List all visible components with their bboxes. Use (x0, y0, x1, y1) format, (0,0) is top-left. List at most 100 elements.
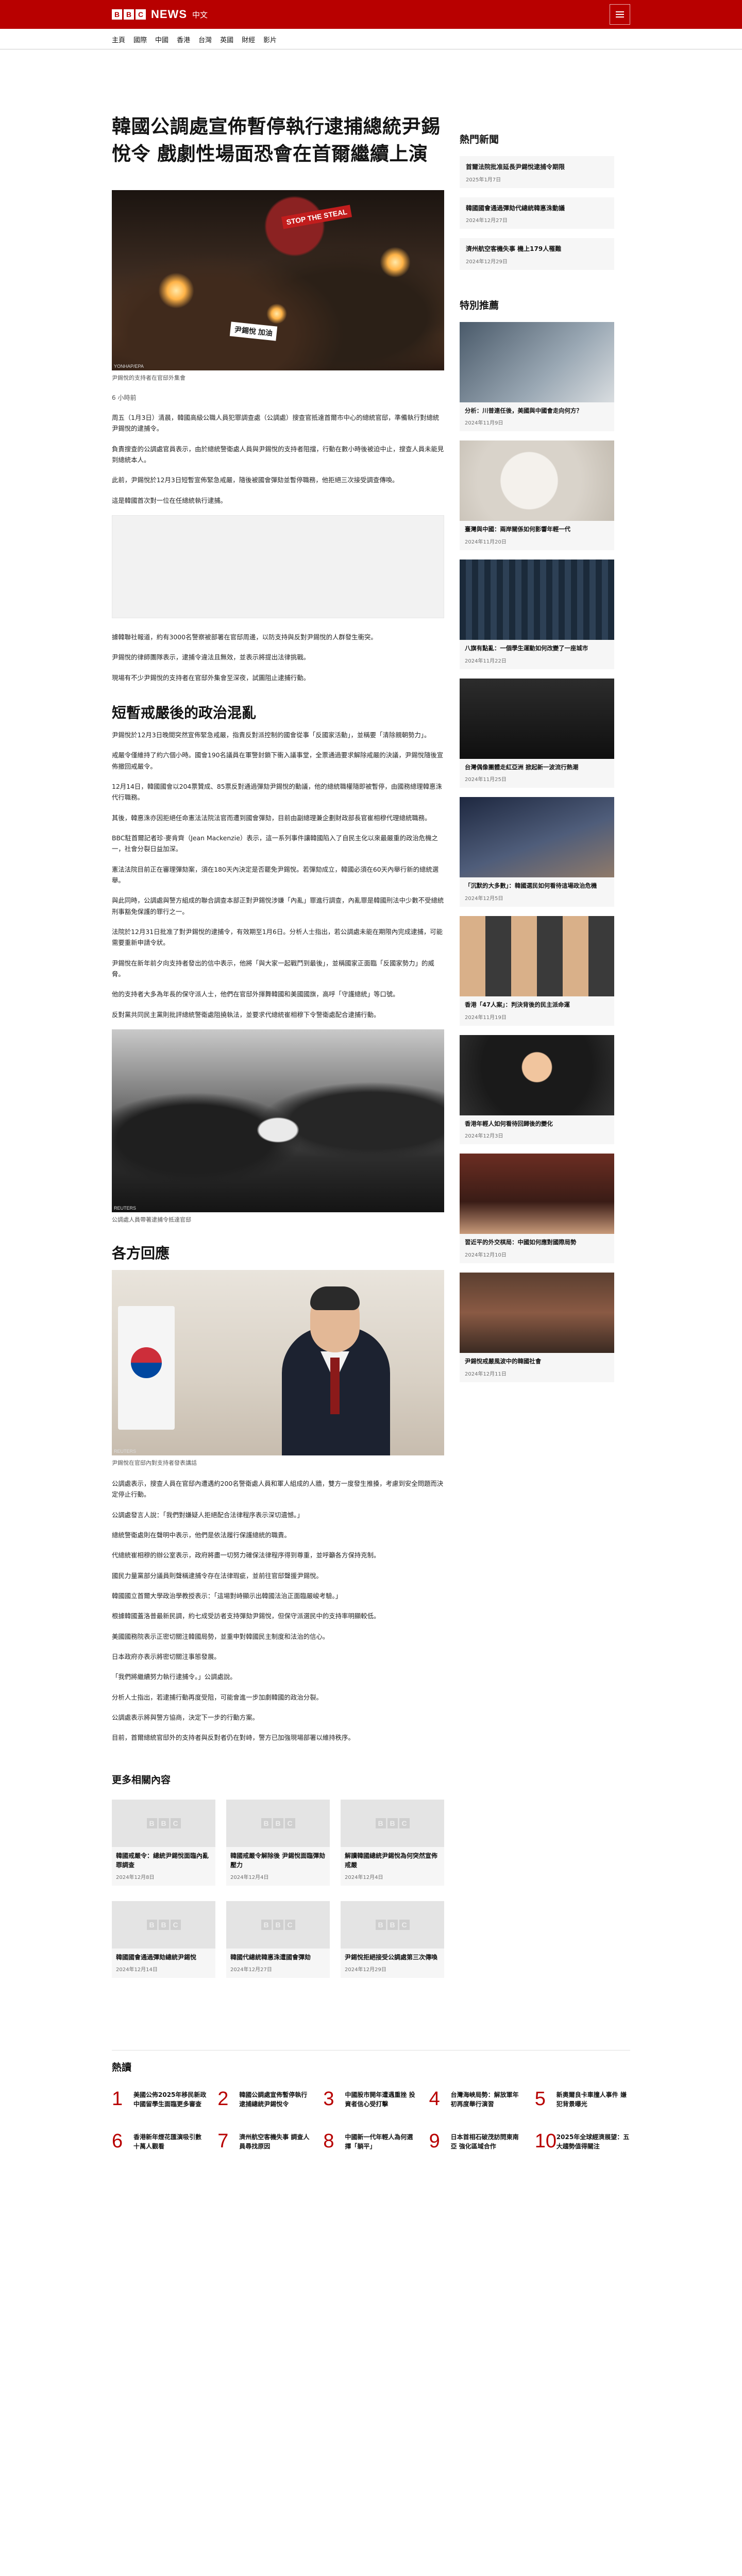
placeholder-image: BBC (341, 1799, 444, 1847)
latest-item[interactable]: 濟州航空客機失事 機上179人罹難 2024年12月29日 (460, 238, 614, 270)
most-read-item[interactable]: 10 2025年全球經濟展望：五大趨勢值得關注 (535, 2131, 630, 2151)
paragraph: BBC駐首爾記者珍·麥肯齊（Jean Mackenzie）表示，這一系列事件讓韓… (112, 834, 438, 853)
latest-item-title: 韓國國會通過彈劾代總統韓悳洙動議 (466, 204, 565, 212)
most-read-title: 熱讀 (112, 2061, 132, 2073)
placeholder-image: BBC (226, 1799, 330, 1847)
featured-item[interactable]: 分析：川普連任後，美國與中國會走向何方？ 2024年11月9日 (460, 321, 614, 432)
most-read-item-title: 2025年全球經濟展望：五大趨勢值得關注 (556, 2133, 630, 2150)
paragraph: 戒嚴令僅維持了約六個小時。國會190名議員在軍警封鎖下衝入議事堂，全票通過要求解… (112, 751, 444, 770)
paragraph: 與此同時，公調處與警方組成的聯合調查本部正對尹錫悅涉嫌「內亂」罪進行調查，內亂罪… (112, 896, 444, 916)
featured-item-date: 2024年12月3日 (465, 1133, 503, 1140)
yoon-image: REUTERS (112, 1269, 444, 1455)
bbc-letter-b2: B (124, 9, 134, 20)
featured-item-date: 2024年11月25日 (465, 777, 507, 783)
most-read-item[interactable]: 8 中國新一代年輕人為何選擇「躺平」 (323, 2131, 418, 2151)
rank-number: 3 (323, 2088, 334, 2110)
related-card-date: 2024年12月14日 (116, 1967, 158, 1973)
nav-item-international[interactable]: 國際 (129, 35, 151, 44)
related-card-title: 尹錫悅拒絕接受公調處第三次傳喚 (345, 1953, 438, 1961)
sidebar-featured-title: 特別推薦 (460, 299, 499, 311)
bbc-blocks: B B C (112, 9, 146, 20)
featured-item-title: 香港年輕人如何看待回歸後的變化 (465, 1120, 553, 1127)
paragraph: 憲法法院目前正在審理彈劾案，須在180天內決定是否罷免尹錫悅。若彈劾成立，韓國必… (112, 865, 439, 884)
featured-item-title: 八旗有點亂：一個學生運動如何改變了一座城市 (465, 645, 588, 652)
featured-item-title: 香港「47人案」：判決背後的民主派命運 (465, 1001, 570, 1009)
paragraph: 美國國務院表示正密切關注韓國局勢，並重申對韓國民主制度和法治的信心。 (112, 1632, 329, 1640)
featured-item[interactable]: 八旗有點亂：一個學生運動如何改變了一座城市 2024年11月22日 (460, 560, 614, 669)
paragraph: 負責搜查的公調處官員表示，由於總統警衛處人員與尹錫悅的支持者阻擋，行動在數小時後… (112, 445, 444, 464)
featured-item-title: 「沉默的大多數」：韓國選民如何看待這場政治危機 (465, 882, 597, 890)
sidebar-latest-title: 熱門新聞 (460, 134, 499, 145)
masthead: B B C NEWS 中文 (0, 0, 742, 29)
featured-item-title: 習近平的外交棋局：中國如何應對國際局勢 (465, 1239, 577, 1246)
featured-item[interactable]: 尹錫悅戒嚴風波中的韓國社會 2024年12月11日 (460, 1273, 614, 1382)
ad-placeholder (112, 515, 444, 619)
latest-item[interactable]: 韓國國會通過彈劾代總統韓悳洙動議 2024年12月27日 (460, 197, 614, 229)
paragraph: 他的支持者大多為年長的保守派人士，他們在官邸外揮舞韓國和美國國旗，高呼「守護總統… (112, 990, 399, 998)
bbc-letter-b1: B (112, 9, 122, 20)
hamburger-menu-icon[interactable] (610, 4, 630, 25)
most-read-item[interactable]: 6 香港新年煙花匯演吸引數十萬人觀看 (112, 2131, 207, 2151)
featured-item-title: 尹錫悅戒嚴風波中的韓國社會 (465, 1358, 542, 1365)
related-card[interactable]: BBC 韓國代總統韓悳洙遭國會彈劾 2024年12月27日 (226, 1901, 330, 1978)
most-read-item-title: 台灣海峽局勢：解放軍年初再度舉行演習 (450, 2091, 519, 2108)
nav-item-taiwan[interactable]: 台灣 (194, 35, 216, 44)
placeholder-image: BBC (112, 1799, 215, 1847)
section-nav: 主頁 國際 中國 香港 台灣 英國 財經 影片 (0, 29, 742, 49)
most-read-item[interactable]: 5 新奧爾良卡車撞人事件 嫌犯背景曝光 (535, 2089, 630, 2109)
most-read-item[interactable]: 2 韓國公調處宣佈暫停執行逮捕總統尹錫悅令 (217, 2089, 313, 2109)
featured-item[interactable]: 習近平的外交棋局：中國如何應對國際局勢 2024年12月10日 (460, 1154, 614, 1264)
related-card[interactable]: BBC 韓國戒嚴令：總統尹錫悅面臨內亂罪調查 2024年12月8日 (112, 1799, 215, 1886)
most-read-item[interactable]: 1 美國公佈2025年移民新政 中國留學生面臨更多審查 (112, 2089, 207, 2109)
paragraph: 這是韓國首次對一位在任總統執行逮捕。 (112, 496, 227, 504)
featured-image (460, 916, 614, 997)
related-card[interactable]: BBC 尹錫悅拒絕接受公調處第三次傳喚 2024年12月29日 (341, 1901, 444, 1978)
related-card[interactable]: BBC 韓國戒嚴令解除後 尹錫悅面臨彈劾壓力 2024年12月4日 (226, 1799, 330, 1886)
most-read-item[interactable]: 3 中國股市開年遭遇重挫 投資者信心受打擊 (323, 2089, 418, 2109)
hero-figure: STOP THE STEAL 尹錫悅 加油 YONHAP/EPA 尹錫悅的支持者… (112, 190, 444, 382)
paragraph: 國民力量黨部分議員則聲稱逮捕令存在法律瑕疵，並前往官邸聲援尹錫悅。 (112, 1571, 323, 1580)
rank-number: 2 (217, 2088, 229, 2110)
nav-item-uk[interactable]: 英國 (216, 35, 238, 44)
most-read-item[interactable]: 9 日本首相石破茂訪問東南亞 強化區域合作 (429, 2131, 525, 2151)
featured-image (460, 1273, 614, 1353)
featured-image (460, 1035, 614, 1115)
related-section: 更多相關內容 BBC 韓國戒嚴令：總統尹錫悅面臨內亂罪調查 2024年12月8日 … (112, 1772, 630, 1978)
section-subhead: 各方回應 (112, 1244, 170, 1262)
most-read-item[interactable]: 4 台灣海峽局勢：解放軍年初再度舉行演習 (429, 2089, 525, 2109)
featured-item[interactable]: 臺灣與中國：兩岸關係如何影響年輕一代 2024年11月20日 (460, 440, 614, 551)
paragraph: 尹錫悅的律師團隊表示，逮捕令違法且無效，並表示將提出法律挑戰。 (112, 653, 310, 662)
nav-item-home[interactable]: 主頁 (112, 35, 129, 44)
featured-item[interactable]: 香港年輕人如何看待回歸後的變化 2024年12月3日 (460, 1035, 614, 1145)
featured-item[interactable]: 台灣偶像團體走紅亞洲 掀起新一波流行熱潮 2024年11月25日 (460, 678, 614, 788)
featured-item[interactable]: 「沉默的大多數」：韓國選民如何看待這場政治危機 2024年12月5日 (460, 797, 614, 907)
paragraph: 尹錫悅於12月3日晚間突然宣佈緊急戒嚴，指責反對派控制的國會從事「反國家活動」，… (112, 731, 431, 739)
featured-item[interactable]: 香港「47人案」：判決背後的民主派命運 2024年11月19日 (460, 916, 614, 1026)
latest-item-date: 2025年1月7日 (466, 177, 501, 183)
nav-item-hongkong[interactable]: 香港 (173, 35, 194, 44)
bbc-news-logo[interactable]: B B C NEWS 中文 (112, 8, 208, 21)
nav-item-china[interactable]: 中國 (151, 35, 173, 44)
featured-image (460, 1154, 614, 1234)
most-read-item-title: 中國新一代年輕人為何選擇「躺平」 (345, 2133, 413, 2150)
featured-item-date: 2024年12月10日 (465, 1252, 507, 1259)
most-read-item[interactable]: 7 濟州航空客機失事 調查人員尋找原因 (217, 2131, 313, 2151)
most-read-item-title: 中國股市開年遭遇重挫 投資者信心受打擊 (345, 2091, 415, 2108)
related-card[interactable]: BBC 解讀韓國總統尹錫悅為何突然宣佈戒嚴 2024年12月4日 (341, 1799, 444, 1886)
featured-item-date: 2024年11月22日 (465, 658, 507, 664)
related-card[interactable]: BBC 韓國國會通過彈劾總統尹錫悅 2024年12月14日 (112, 1901, 215, 1978)
latest-item[interactable]: 首爾法院批准延長尹錫悅逮捕令期限 2025年1月7日 (460, 156, 614, 188)
image-caption: 公調處人員帶著逮捕令抵達官邸 (112, 1216, 191, 1223)
nav-item-video[interactable]: 影片 (259, 35, 281, 44)
paragraph: 總統警衛處則在聲明中表示，他們是依法履行保護總統的職責。 (112, 1531, 291, 1539)
brand-lang: 中文 (192, 10, 208, 20)
featured-item-title: 分析：川普連任後，美國與中國會走向何方？ (465, 406, 582, 414)
nav-item-business[interactable]: 財經 (238, 35, 259, 44)
section-subhead: 短暫戒嚴後的政治混亂 (112, 704, 257, 722)
most-read-section: 熱讀 1 美國公佈2025年移民新政 中國留學生面臨更多審查 2 韓國公調處宣佈暫停… (112, 2049, 630, 2151)
related-card-date: 2024年12月4日 (345, 1874, 383, 1880)
related-card-title: 韓國戒嚴令解除後 尹錫悅面臨彈劾壓力 (230, 1852, 326, 1869)
bbc-letter-c: C (136, 9, 146, 20)
featured-item-title: 台灣偶像團體走紅亞洲 掀起新一波流行熱潮 (465, 763, 579, 771)
featured-item-date: 2024年11月9日 (465, 420, 503, 427)
